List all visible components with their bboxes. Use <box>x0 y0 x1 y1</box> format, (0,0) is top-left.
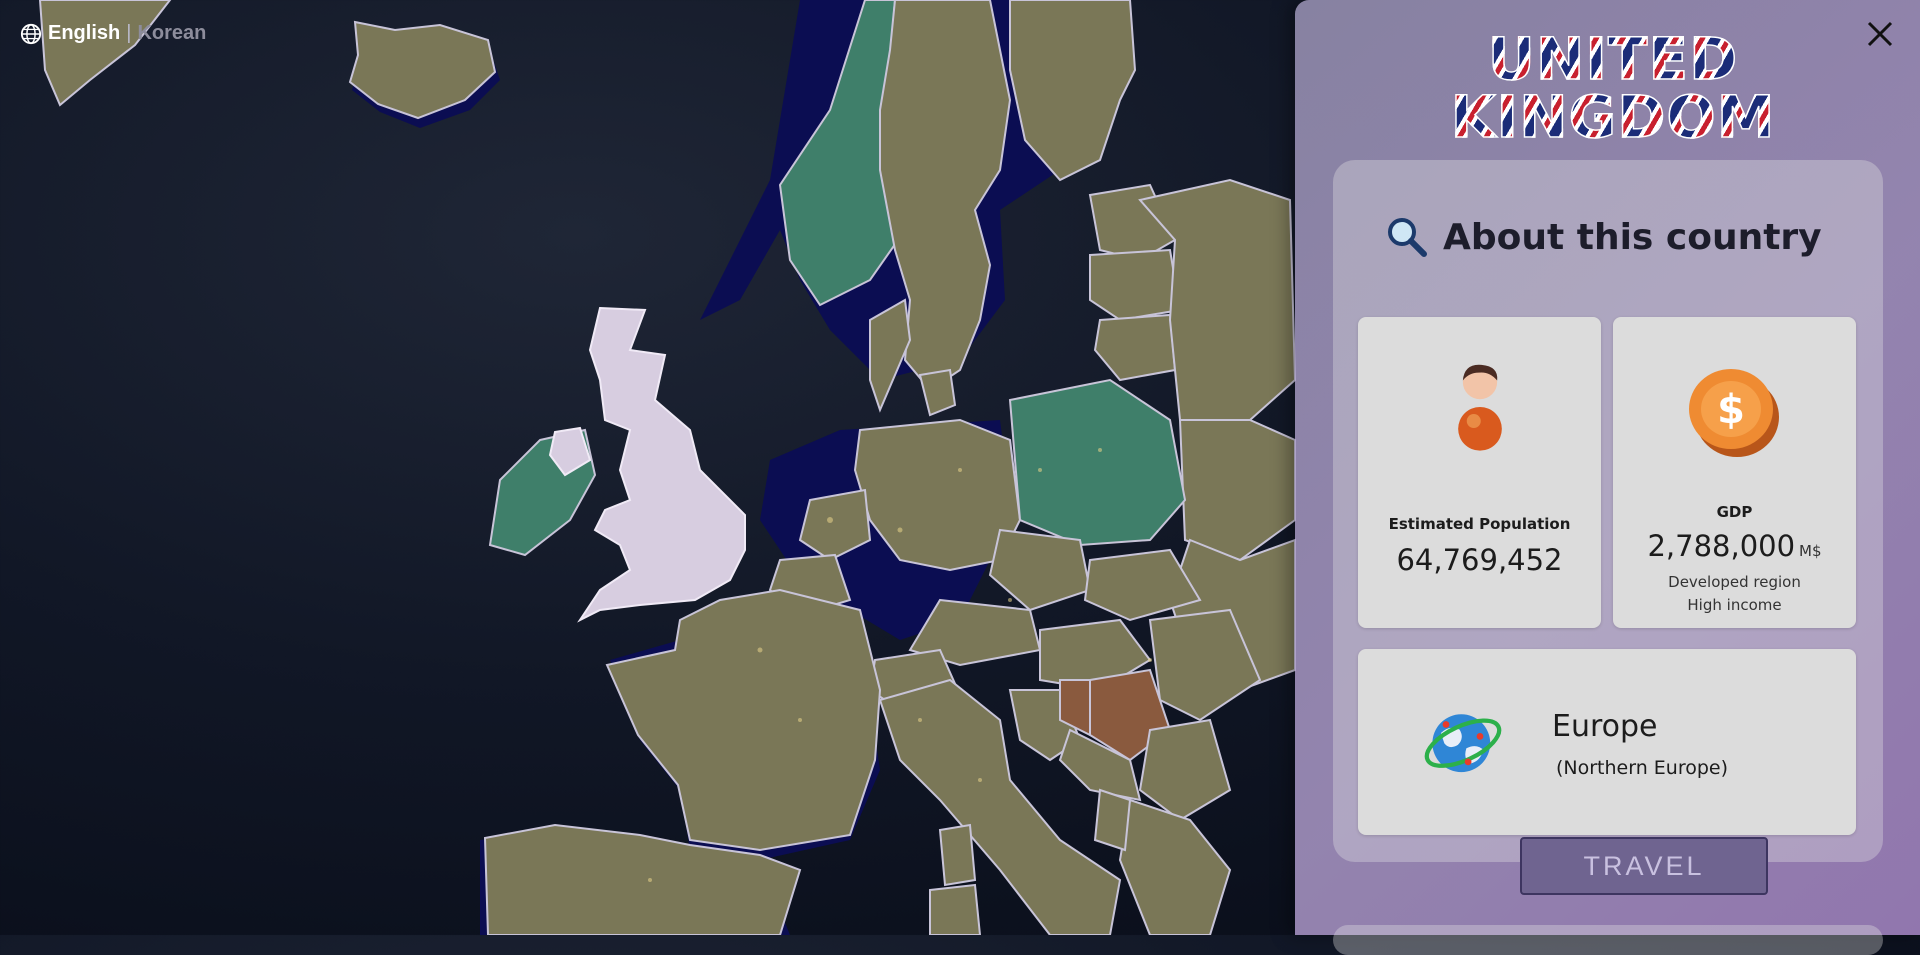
corsica[interactable] <box>938 823 977 887</box>
belarus[interactable] <box>1178 419 1296 562</box>
language-korean[interactable]: Korean <box>137 22 206 45</box>
france[interactable] <box>605 588 882 852</box>
language-selector: English | Korean <box>20 22 206 45</box>
greece[interactable] <box>1118 798 1232 935</box>
region-card: Europe (Northern Europe) <box>1358 649 1856 835</box>
czechia[interactable] <box>988 528 1092 612</box>
gdp-card: $ GDP 2,788,000 M$ Developed region High … <box>1613 317 1856 628</box>
region-continent: Europe <box>1552 709 1658 744</box>
language-english[interactable]: English <box>48 22 120 45</box>
gdp-unit: M$ <box>1799 542 1822 560</box>
denmark-islands[interactable] <box>918 368 957 417</box>
globe-icon <box>1424 714 1502 773</box>
region-subregion: (Northern Europe) <box>1556 757 1729 779</box>
country-name-title: UNITED KINGDOM <box>1343 29 1883 147</box>
gdp-value-row: 2,788,000 M$ <box>1613 529 1856 563</box>
about-heading: About this country <box>1385 215 1822 259</box>
population-label: Estimated Population <box>1388 515 1571 533</box>
sardinia[interactable] <box>929 883 982 935</box>
albania[interactable] <box>1093 788 1132 852</box>
gdp-region-status: Developed region <box>1668 573 1801 591</box>
united-kingdom[interactable] <box>577 306 746 623</box>
gdp-label: GDP <box>1716 503 1753 521</box>
next-section-peek <box>1333 925 1883 955</box>
person-icon <box>1458 364 1502 451</box>
about-section: About this country Estimated Population … <box>1333 160 1883 895</box>
country-info-panel: UNITED KINGDOM About this country Estima… <box>1295 0 1920 955</box>
poland[interactable] <box>1008 378 1187 547</box>
svg-text:$: $ <box>1717 387 1745 433</box>
latvia[interactable] <box>1089 248 1182 322</box>
greenland[interactable] <box>38 0 172 107</box>
travel-button[interactable]: TRAVEL <box>1520 837 1768 895</box>
language-separator: | <box>126 22 132 44</box>
globe-language-icon[interactable] <box>20 23 42 45</box>
gdp-value: 2,788,000 <box>1647 529 1796 563</box>
coin-icon: $ <box>1689 369 1779 457</box>
gdp-income-level: High income <box>1687 596 1782 614</box>
population-card: Estimated Population 64,769,452 <box>1358 317 1601 628</box>
denmark[interactable] <box>869 298 912 413</box>
about-heading-text: About this country <box>1443 216 1822 258</box>
magnifier-icon <box>1388 218 1427 257</box>
lithuania[interactable] <box>1093 313 1177 382</box>
population-value: 64,769,452 <box>1396 543 1563 577</box>
bulgaria[interactable] <box>1138 718 1232 822</box>
